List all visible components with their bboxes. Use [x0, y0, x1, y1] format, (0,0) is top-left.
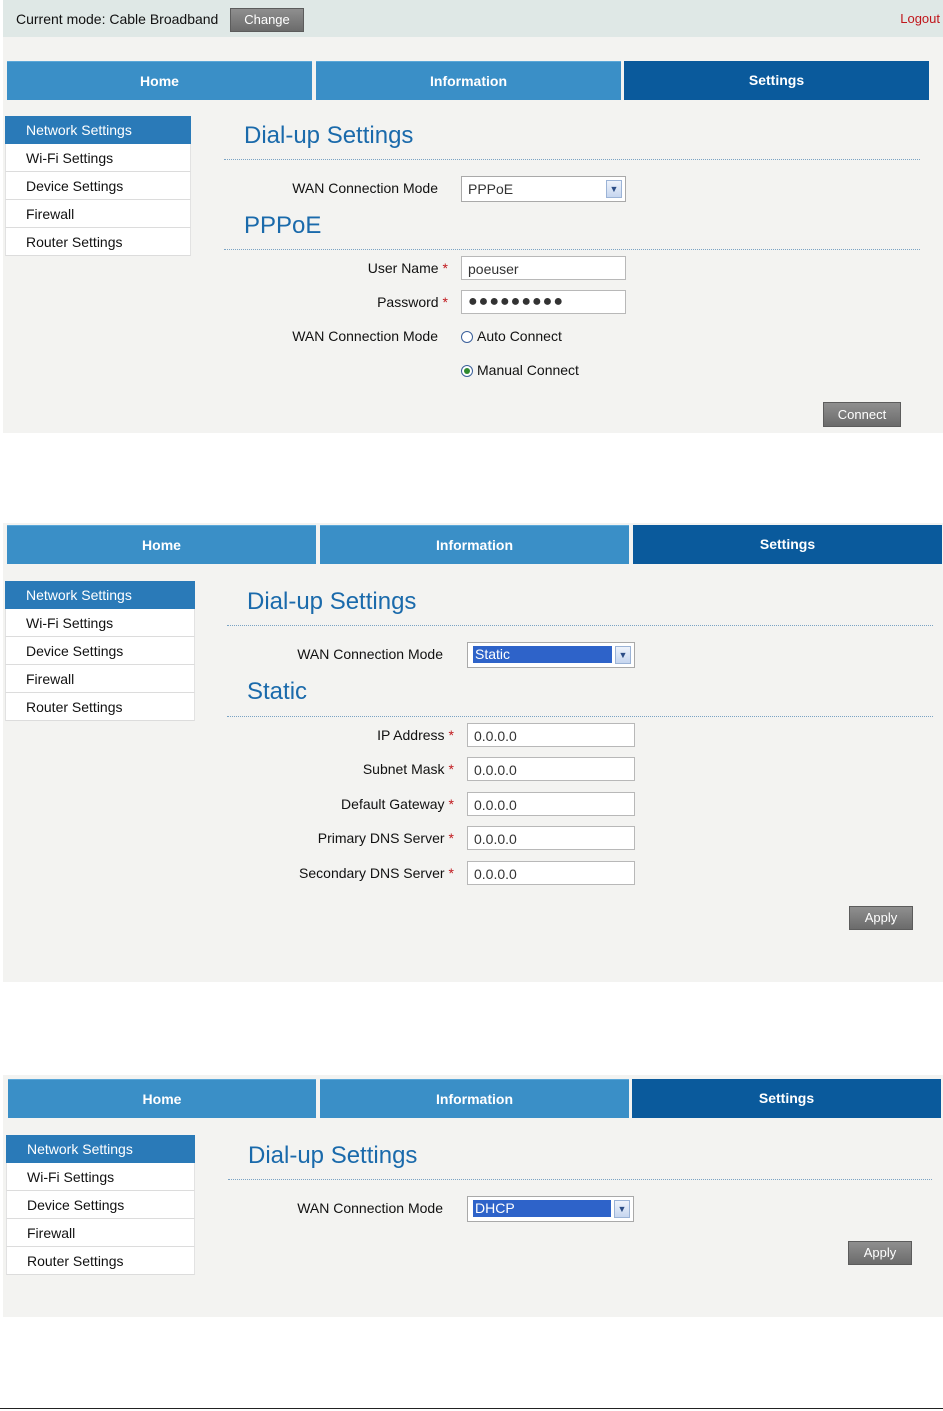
ip-address-label: IP Address *: [377, 727, 454, 743]
page-title: Dial-up Settings: [247, 588, 417, 615]
divider: [224, 159, 920, 160]
top-status-bar: Current mode: Cable Broadband Change Log…: [3, 0, 943, 37]
chevron-down-icon: ▼: [615, 646, 631, 664]
sidebar-item-router-settings[interactable]: Router Settings: [6, 1247, 195, 1275]
sidebar-item-device-settings[interactable]: Device Settings: [5, 172, 191, 200]
divider: [227, 716, 933, 717]
sidebar-item-device-settings[interactable]: Device Settings: [5, 637, 195, 665]
connection-mode-label: WAN Connection Mode: [292, 328, 438, 344]
default-gateway-input[interactable]: 0.0.0.0: [467, 792, 635, 816]
page-title: Dial-up Settings: [248, 1142, 418, 1169]
divider: [227, 625, 933, 626]
secondary-dns-input[interactable]: 0.0.0.0: [467, 861, 635, 885]
username-label: User Name *: [367, 260, 448, 276]
tab-settings[interactable]: Settings: [632, 1079, 941, 1118]
tab-home[interactable]: Home: [7, 61, 312, 100]
wan-mode-label: WAN Connection Mode: [292, 180, 438, 196]
subnet-mask-input[interactable]: 0.0.0.0: [467, 757, 635, 781]
wan-mode-select[interactable]: Static ▼: [467, 642, 635, 668]
primary-dns-input[interactable]: 0.0.0.0: [467, 826, 635, 850]
manual-connect-radio[interactable]: [461, 365, 473, 377]
sidebar-item-device-settings[interactable]: Device Settings: [6, 1191, 195, 1219]
password-label: Password *: [377, 294, 448, 310]
wan-mode-value: DHCP: [473, 1200, 611, 1217]
chevron-down-icon: ▼: [606, 180, 622, 198]
sidebar-item-router-settings[interactable]: Router Settings: [5, 228, 191, 256]
subnet-mask-label: Subnet Mask *: [362, 761, 454, 777]
auto-connect-label: Auto Connect: [477, 328, 562, 344]
sidebar-item-router-settings[interactable]: Router Settings: [5, 693, 195, 721]
page-bottom-rule: [0, 1408, 943, 1409]
wan-mode-select[interactable]: PPPoE ▼: [461, 176, 626, 202]
sidebar-item-network-settings[interactable]: Network Settings: [5, 581, 195, 609]
apply-button[interactable]: Apply: [848, 1241, 912, 1265]
password-input[interactable]: ●●●●●●●●●: [461, 290, 626, 314]
sidebar-menu: Network Settings Wi-Fi Settings Device S…: [5, 116, 191, 256]
chevron-down-icon: ▼: [614, 1200, 630, 1218]
tab-home[interactable]: Home: [7, 525, 316, 564]
sidebar-item-wifi-settings[interactable]: Wi-Fi Settings: [6, 1163, 195, 1191]
divider: [228, 1179, 932, 1180]
secondary-dns-label: Secondary DNS Server *: [299, 865, 454, 881]
wan-mode-value: Static: [473, 646, 612, 663]
tab-settings[interactable]: Settings: [633, 525, 942, 564]
wan-mode-label: WAN Connection Mode: [297, 646, 443, 662]
primary-dns-label: Primary DNS Server *: [317, 830, 454, 846]
page-title: Dial-up Settings: [244, 122, 414, 149]
sidebar-menu: Network Settings Wi-Fi Settings Device S…: [5, 581, 195, 721]
sidebar-item-wifi-settings[interactable]: Wi-Fi Settings: [5, 144, 191, 172]
change-mode-button[interactable]: Change: [230, 8, 304, 32]
wan-mode-select[interactable]: DHCP ▼: [467, 1196, 634, 1222]
ip-address-input[interactable]: 0.0.0.0: [467, 723, 635, 747]
divider: [224, 249, 920, 250]
sidebar-item-firewall[interactable]: Firewall: [5, 200, 191, 228]
sidebar-item-wifi-settings[interactable]: Wi-Fi Settings: [5, 609, 195, 637]
tab-settings[interactable]: Settings: [624, 61, 929, 100]
sidebar-item-firewall[interactable]: Firewall: [5, 665, 195, 693]
manual-connect-label: Manual Connect: [477, 362, 579, 378]
connect-button[interactable]: Connect: [823, 402, 901, 427]
username-input[interactable]: poeuser: [461, 256, 626, 280]
current-mode-text: Current mode: Cable Broadband: [16, 11, 219, 27]
tab-information[interactable]: Information: [320, 525, 629, 564]
tab-information[interactable]: Information: [316, 61, 621, 100]
wan-mode-label: WAN Connection Mode: [297, 1200, 443, 1216]
auto-connect-radio[interactable]: [461, 331, 473, 343]
sidebar-item-network-settings[interactable]: Network Settings: [6, 1135, 195, 1163]
wan-mode-value: PPPoE: [468, 181, 514, 197]
tab-home[interactable]: Home: [8, 1079, 316, 1118]
tab-information[interactable]: Information: [320, 1079, 629, 1118]
section-title: PPPoE: [244, 212, 322, 239]
apply-button[interactable]: Apply: [849, 906, 913, 930]
section-title: Static: [247, 678, 308, 705]
default-gateway-label: Default Gateway *: [341, 796, 454, 812]
logout-link[interactable]: Logout: [900, 11, 940, 26]
sidebar-item-network-settings[interactable]: Network Settings: [5, 116, 191, 144]
sidebar-menu: Network Settings Wi-Fi Settings Device S…: [6, 1135, 195, 1275]
sidebar-item-firewall[interactable]: Firewall: [6, 1219, 195, 1247]
